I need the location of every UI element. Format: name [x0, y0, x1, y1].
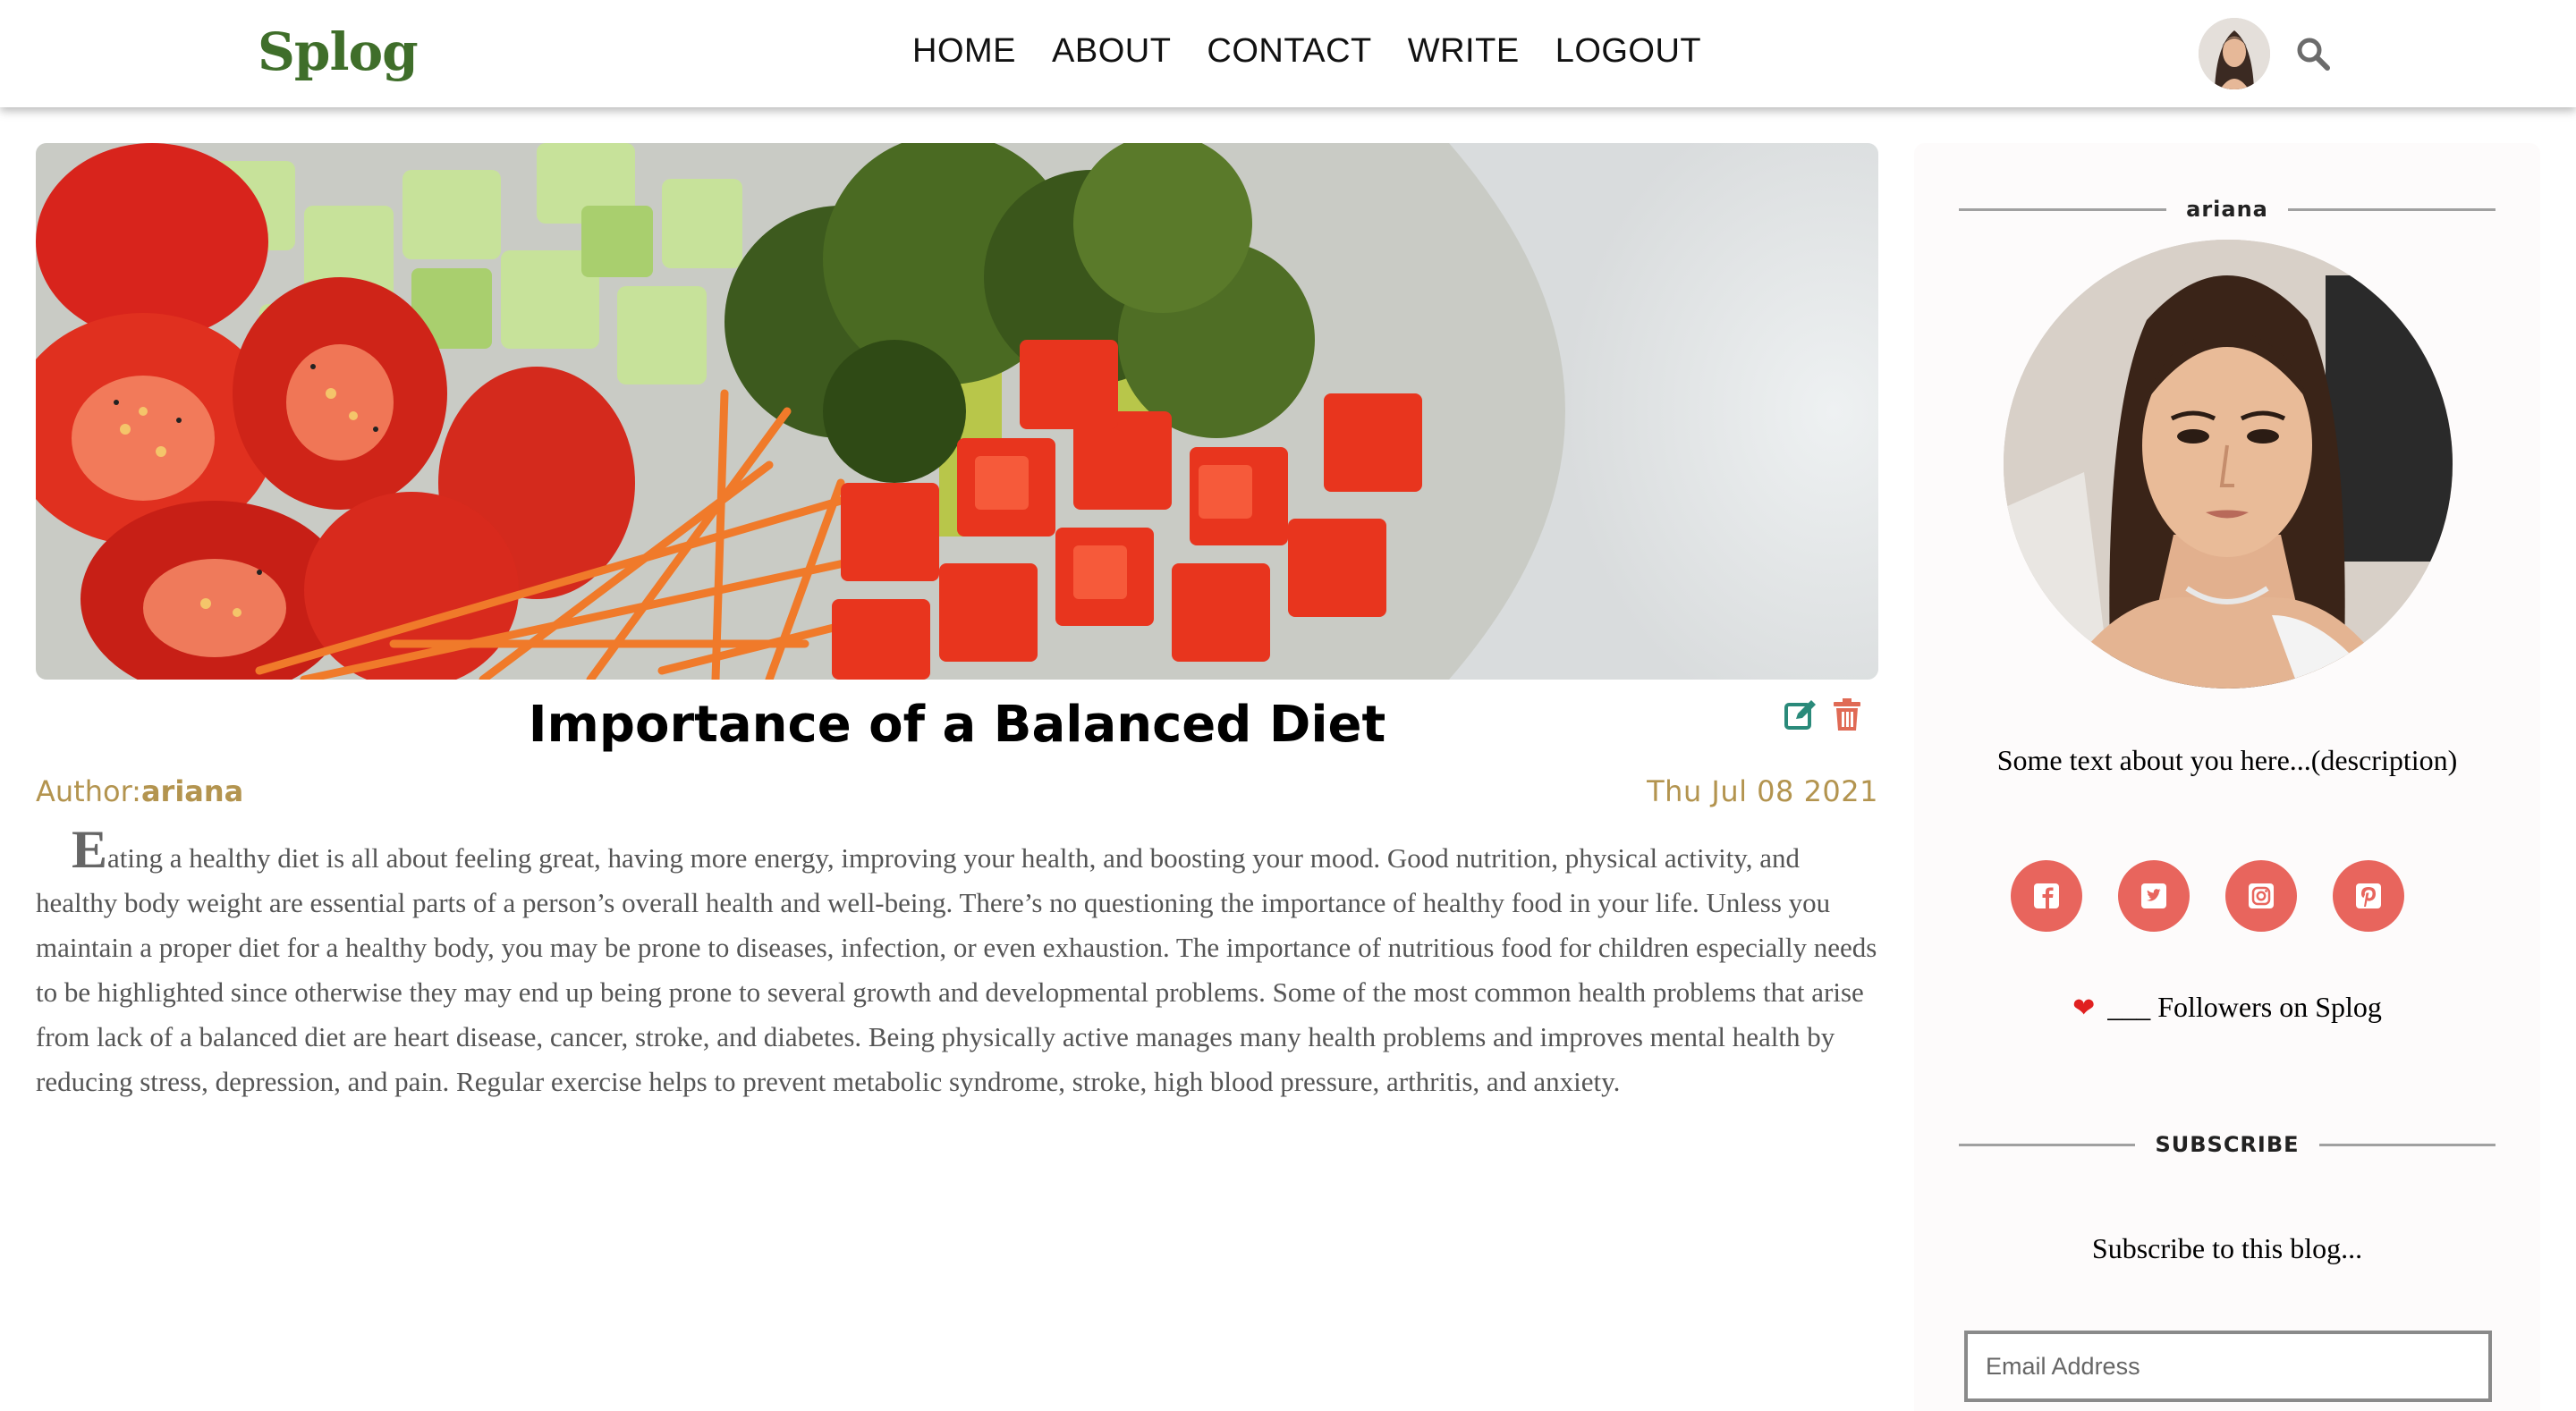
subscribe-heading: SUBSCRIBE: [1959, 1132, 2496, 1157]
facebook-icon: [2034, 883, 2059, 908]
followers-text: ___ Followers on Splog: [2107, 991, 2382, 1023]
top-navbar: Splog HOME ABOUT CONTACT WRITE LOGOUT: [0, 0, 2576, 107]
followers-count: ❤ ___ Followers on Splog: [1914, 991, 2540, 1024]
author-name[interactable]: ariana: [141, 774, 243, 808]
facebook-button[interactable]: [2011, 860, 2082, 932]
email-field[interactable]: [1964, 1331, 2492, 1402]
author-label: Author:: [36, 774, 141, 808]
nav-about[interactable]: ABOUT: [1052, 32, 1171, 71]
sidebar: ariana Some text about you here...(descr…: [1914, 143, 2540, 1411]
heart-icon: ❤: [2072, 993, 2096, 1023]
post-hero-image: [36, 143, 1878, 680]
nav-home[interactable]: HOME: [912, 32, 1016, 71]
trash-icon[interactable]: [1832, 697, 1862, 731]
nav-write[interactable]: WRITE: [1408, 32, 1520, 71]
post-title: Importance of a Balanced Diet: [528, 696, 1386, 754]
twitter-button[interactable]: [2118, 860, 2190, 932]
main-nav: HOME ABOUT CONTACT WRITE LOGOUT: [912, 32, 1737, 71]
profile-description: Some text about you here...(description): [1996, 744, 2458, 776]
subscribe-title: SUBSCRIBE: [2155, 1132, 2300, 1157]
search-icon[interactable]: [2295, 36, 2331, 72]
sidebar-user-heading: ariana: [1959, 197, 2496, 222]
post-body: Eating a healthy diet is all about feeli…: [36, 823, 1878, 1104]
post-body-text: ating a healthy diet is all about feelin…: [36, 842, 1877, 1097]
post-date: Thu Jul 08 2021: [1647, 774, 1878, 808]
edit-icon[interactable]: [1784, 697, 1818, 731]
brand-logo[interactable]: Splog: [258, 21, 419, 82]
social-links: [2011, 860, 2440, 932]
nav-contact[interactable]: CONTACT: [1207, 32, 1371, 71]
avatar-image: [2199, 18, 2270, 89]
dropcap: E: [72, 820, 108, 879]
pinterest-button[interactable]: [2333, 860, 2404, 932]
sidebar-username: ariana: [2186, 197, 2268, 222]
instagram-button[interactable]: [2225, 860, 2297, 932]
user-avatar[interactable]: [2199, 18, 2270, 89]
profile-photo: [2004, 240, 2453, 689]
post-author: Author:ariana: [36, 774, 243, 808]
nav-logout[interactable]: LOGOUT: [1555, 32, 1701, 71]
twitter-icon: [2141, 883, 2166, 908]
instagram-icon: [2249, 883, 2274, 908]
subscribe-description: Subscribe to this blog...: [2091, 1232, 2363, 1264]
pinterest-icon: [2356, 883, 2381, 908]
